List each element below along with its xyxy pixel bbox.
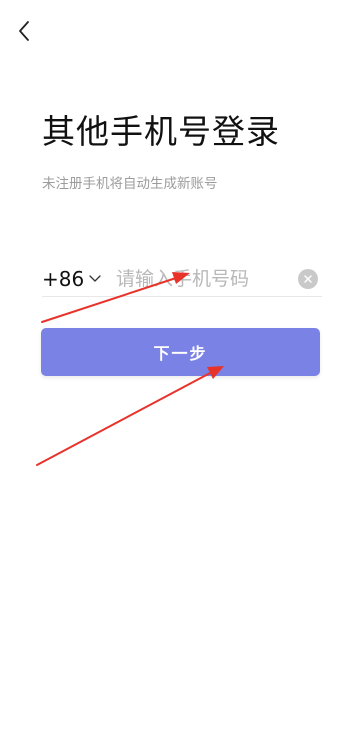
country-code-selector[interactable]: +86 — [42, 262, 102, 296]
annotation-arrow-to-next-button — [36, 366, 224, 466]
next-button[interactable]: 下一步 — [41, 328, 320, 376]
chevron-down-icon — [88, 274, 102, 284]
clear-input-button[interactable] — [298, 269, 318, 289]
page-subtitle: 未注册手机将自动生成新账号 — [42, 176, 218, 192]
page-title: 其他手机号登录 — [42, 112, 280, 151]
country-code-label: +86 — [42, 267, 85, 291]
close-icon — [303, 274, 313, 284]
phone-input[interactable] — [116, 264, 284, 294]
back-button[interactable] — [10, 18, 38, 48]
phone-row: +86 — [42, 262, 322, 297]
chevron-left-icon — [17, 20, 31, 46]
